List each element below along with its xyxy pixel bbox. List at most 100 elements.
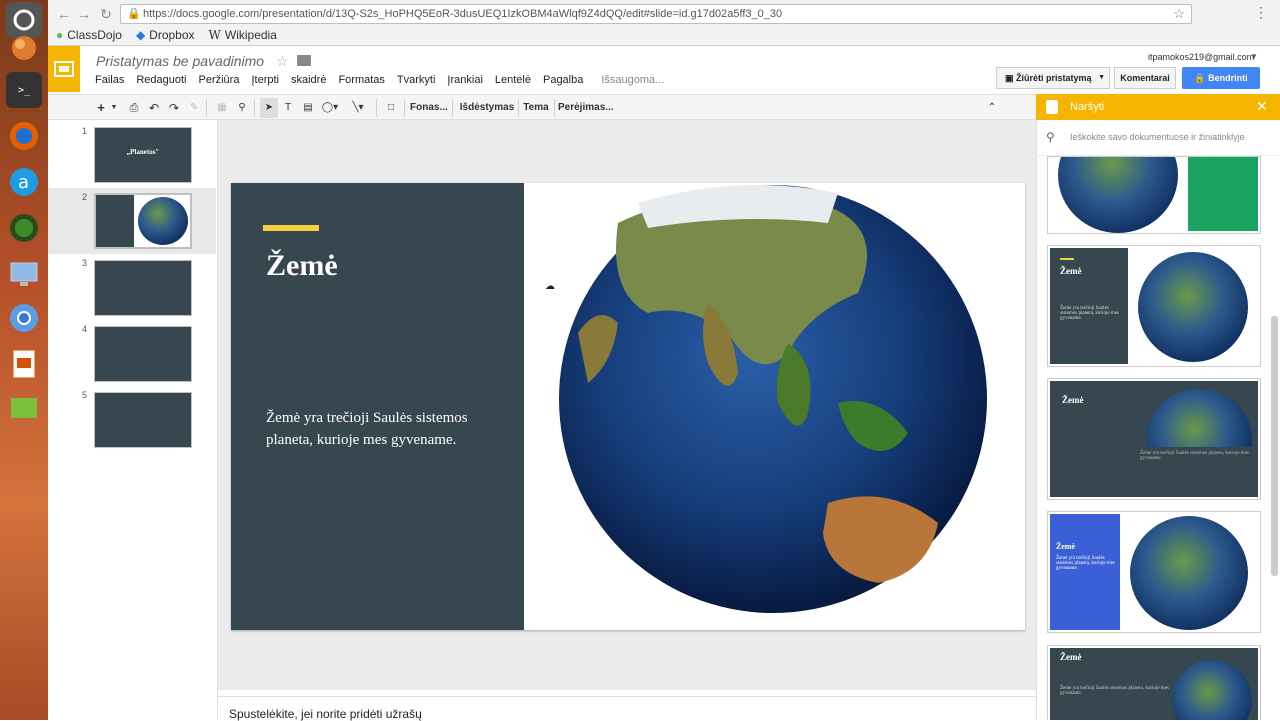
explore-icon bbox=[1046, 100, 1058, 114]
share-label: Bendrinti bbox=[1208, 73, 1248, 83]
document-title[interactable]: Pristatymas be pavadinimo bbox=[96, 53, 264, 69]
search-input[interactable]: Ieškokite savo dokumentuose ir žiniatink… bbox=[1070, 132, 1245, 142]
shape-icon[interactable]: ◯▾ bbox=[318, 98, 342, 118]
present-button[interactable]: ▣ Žiūrėti pristatymą ▼ bbox=[996, 67, 1110, 89]
layout-suggestion-5[interactable]: Žemė Žemė yra trečioji Saulės sistemos p… bbox=[1047, 645, 1261, 720]
account-dropdown-icon[interactable]: ▼ bbox=[1250, 52, 1258, 61]
chromium-icon[interactable] bbox=[6, 300, 42, 336]
slide-thumbnail-2[interactable] bbox=[94, 193, 192, 249]
comments-button[interactable]: Komentarai bbox=[1114, 67, 1176, 89]
explore-search[interactable]: ⚲ Ieškokite savo dokumentuose ir žiniati… bbox=[1036, 120, 1280, 156]
current-slide[interactable]: Žemė Žemė yra trečioji Saulės sistemos p… bbox=[231, 183, 1025, 630]
toolbar-divider bbox=[376, 99, 377, 117]
menu-tools[interactable]: Įrankiai bbox=[447, 74, 482, 86]
paint-format-icon[interactable]: ✎ bbox=[186, 98, 202, 118]
slide-thumbnail-1[interactable]: „Planetos" bbox=[94, 127, 192, 183]
bookmark-classdojo[interactable]: ● ClassDojo bbox=[56, 27, 122, 43]
slide-number: 1 bbox=[82, 126, 88, 136]
line-icon[interactable]: ╲▾ bbox=[346, 98, 370, 118]
menu-view[interactable]: Peržiūra bbox=[199, 74, 240, 86]
comment-icon[interactable]: □ bbox=[382, 98, 400, 118]
slide-thumbnail-4[interactable] bbox=[94, 326, 192, 382]
menu-help[interactable]: Pagalba bbox=[543, 74, 583, 86]
menu-file[interactable]: Failas bbox=[95, 74, 124, 86]
new-slide-icon[interactable]: + bbox=[94, 98, 108, 118]
slide-body[interactable]: Žemė yra trečioji Saulės sistemos planet… bbox=[266, 407, 476, 451]
card-body: Žemė yra trečioji Saulės sistemos planet… bbox=[1056, 556, 1115, 571]
zoom-fit-icon[interactable]: ▦ bbox=[214, 98, 230, 118]
account-email[interactable]: itpamokos219@gmail.com bbox=[1148, 52, 1254, 62]
star-icon[interactable]: ☆ bbox=[276, 53, 289, 70]
slide-thumbnail-5[interactable] bbox=[94, 392, 192, 448]
monitor-icon[interactable] bbox=[6, 256, 42, 292]
layout-button[interactable]: Išdėstymas ▼ bbox=[458, 98, 516, 132]
bookmark-label: ClassDojo bbox=[67, 28, 122, 42]
collapse-icon[interactable]: ⌃ bbox=[984, 98, 1000, 118]
menu-icon[interactable]: ⋮ bbox=[1254, 4, 1268, 21]
scrollbar[interactable] bbox=[1271, 316, 1278, 576]
address-bar[interactable]: 🔒 https://docs.google.com/presentation/d… bbox=[120, 4, 1192, 24]
undo-icon[interactable]: ↶ bbox=[146, 98, 162, 118]
earth-image[interactable] bbox=[558, 183, 988, 615]
zoom-icon[interactable]: ⚲ bbox=[234, 98, 250, 118]
card-body: Žemė yra trečioji Saulės sistemos planet… bbox=[1060, 306, 1119, 321]
earth-crop bbox=[1146, 389, 1252, 447]
menu-edit[interactable]: Redaguoti bbox=[136, 74, 186, 86]
menu-table[interactable]: Lentelė bbox=[495, 74, 531, 86]
back-icon[interactable]: ← bbox=[54, 4, 74, 24]
menu-insert[interactable]: Įterpti bbox=[251, 74, 279, 86]
forward-icon[interactable]: → bbox=[74, 4, 94, 24]
menu-format[interactable]: Formatas bbox=[338, 74, 384, 86]
bookmark-label: Dropbox bbox=[149, 28, 195, 42]
editing-toolbar: + ▼ ⎙ ↶ ↷ ✎ ▦ ⚲ ➤ T ▤ ◯▾ ╲▾ □ Fonas... I… bbox=[48, 94, 1036, 132]
ubuntu-launcher: >_ a bbox=[0, 0, 48, 720]
impress-icon[interactable] bbox=[6, 346, 42, 382]
share-button[interactable]: 🔒 Bendrinti bbox=[1182, 67, 1260, 89]
folder-icon[interactable] bbox=[297, 55, 311, 66]
slide-title[interactable]: Žemė bbox=[266, 249, 338, 283]
layout-suggestion-3[interactable]: Žemė Žemė yra trečioji Saulės sistemos p… bbox=[1047, 378, 1261, 500]
reload-icon[interactable]: ↻ bbox=[96, 4, 116, 24]
slide-number: 5 bbox=[82, 390, 88, 400]
layout-label: Išdėstymas bbox=[459, 102, 515, 113]
globe-app-icon[interactable] bbox=[6, 210, 42, 246]
layout-suggestion-2[interactable]: Žemė Žemė yra trečioji Saulės sistemos p… bbox=[1047, 245, 1261, 367]
firefox-icon[interactable] bbox=[6, 118, 42, 154]
layout-suggestion-1[interactable] bbox=[1047, 156, 1261, 234]
card-body: Žemė yra trečioji Saulės sistemos planet… bbox=[1140, 451, 1249, 461]
slide-thumbnail-3[interactable] bbox=[94, 260, 192, 316]
layout-suggestion-4[interactable]: Žemė Žemė yra trečioji Saulės sistemos p… bbox=[1047, 511, 1261, 633]
star-icon[interactable]: ☆ bbox=[1173, 6, 1185, 22]
bookmark-wikipedia[interactable]: W Wikipedia bbox=[209, 27, 277, 43]
menu-arrange[interactable]: Tvarkyti bbox=[397, 74, 436, 86]
theme-button[interactable]: Tema bbox=[522, 98, 550, 118]
speaker-notes[interactable]: Spustelėkite, jei norite pridėti užrašų bbox=[218, 696, 1036, 721]
card-body: Žemė yra trečioji Saulės sistemos planet… bbox=[1060, 686, 1169, 696]
redo-icon[interactable]: ↷ bbox=[166, 98, 182, 118]
select-cursor-icon[interactable]: ➤ bbox=[260, 98, 278, 118]
present-icon: ▣ bbox=[1005, 73, 1014, 83]
explore-title: Naršyti bbox=[1070, 101, 1105, 113]
chevron-down-icon[interactable]: ▼ bbox=[110, 98, 118, 118]
calc-icon[interactable] bbox=[6, 390, 42, 426]
slides-logo-icon[interactable] bbox=[48, 46, 80, 92]
classdojo-icon: ● bbox=[56, 28, 64, 42]
files-icon[interactable] bbox=[6, 28, 42, 64]
earth-thumbnail bbox=[138, 197, 188, 245]
print-icon[interactable]: ⎙ bbox=[126, 98, 142, 118]
transition-button[interactable]: Perėjimas... bbox=[558, 98, 614, 118]
card-title: Žemė bbox=[1062, 395, 1084, 405]
software-center-icon[interactable]: a bbox=[6, 164, 42, 200]
menu-slide[interactable]: skaidrė bbox=[291, 74, 326, 86]
text-box-icon[interactable]: T bbox=[280, 98, 296, 118]
background-button[interactable]: Fonas... bbox=[410, 98, 448, 118]
close-icon[interactable]: ✕ bbox=[1256, 98, 1268, 115]
card-title: Žemė bbox=[1060, 652, 1082, 662]
terminal-icon[interactable]: >_ bbox=[6, 72, 42, 108]
card-title: Žemė bbox=[1056, 542, 1076, 551]
slide-number: 4 bbox=[82, 324, 88, 334]
image-icon[interactable]: ▤ bbox=[300, 98, 316, 118]
toolbar-divider bbox=[452, 99, 453, 117]
chevron-down-icon[interactable]: ▼ bbox=[1098, 68, 1105, 88]
bookmark-dropbox[interactable]: ◆ Dropbox bbox=[136, 27, 195, 43]
